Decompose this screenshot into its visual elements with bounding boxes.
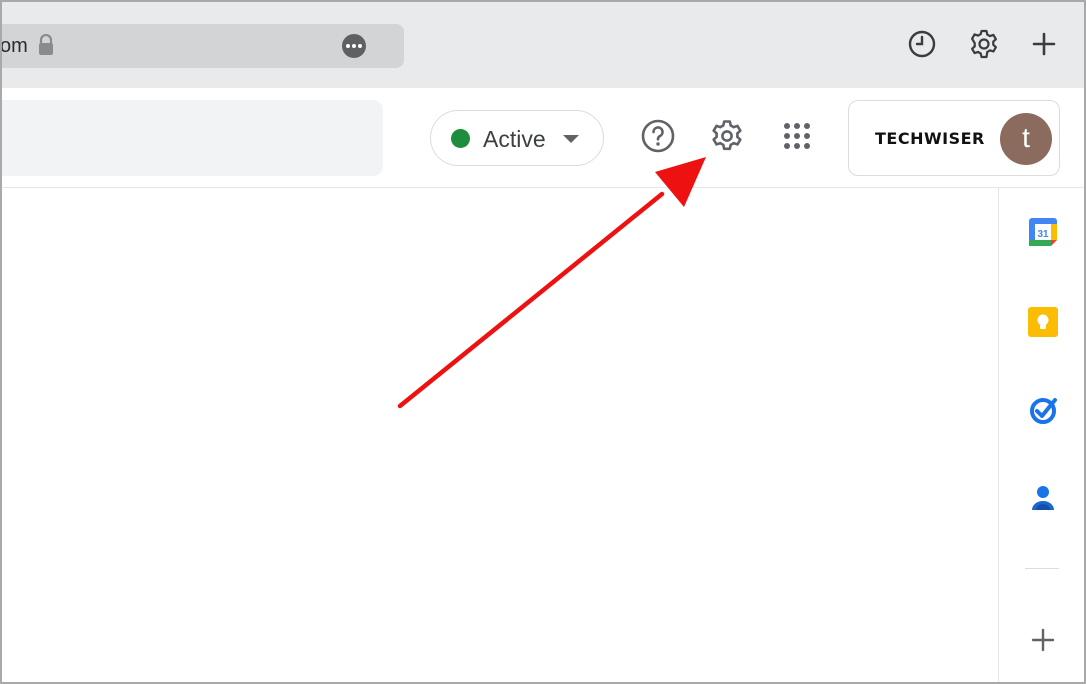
status-dropdown[interactable]: Active: [430, 110, 604, 166]
calendar-icon[interactable]: 31: [1027, 216, 1059, 248]
calendar-day: 31: [1037, 229, 1049, 240]
search-box[interactable]: [2, 100, 383, 176]
browser-toolbar: om: [2, 2, 1084, 88]
avatar[interactable]: t: [1000, 113, 1052, 165]
history-icon[interactable]: [906, 28, 938, 60]
plus-icon[interactable]: [1029, 626, 1057, 654]
account-switcher[interactable]: TECHWISER t: [848, 100, 1060, 176]
side-panel: 31: [998, 188, 1084, 682]
gear-icon[interactable]: [968, 28, 1000, 60]
more-options-icon[interactable]: [342, 34, 366, 58]
tasks-icon[interactable]: [1027, 394, 1059, 426]
address-bar[interactable]: om: [0, 24, 404, 68]
help-icon[interactable]: [640, 118, 676, 154]
url-text: om: [0, 35, 28, 57]
status-label: Active: [483, 126, 546, 152]
keep-icon[interactable]: [1027, 306, 1059, 338]
contacts-icon[interactable]: [1027, 482, 1059, 514]
app-header: Active TECHWISER t: [2, 88, 1084, 188]
new-tab-icon[interactable]: [1028, 28, 1060, 60]
side-panel-divider: [1025, 568, 1059, 569]
brand-logo-text: TECHWISER: [875, 129, 985, 148]
lock-icon: [39, 34, 53, 55]
settings-icon[interactable]: [709, 118, 745, 154]
status-dot: [451, 129, 470, 148]
chevron-down-icon: [563, 135, 579, 143]
screenshot-frame: om Active TECHWISER t 31: [0, 0, 1086, 684]
apps-grid-icon[interactable]: [779, 118, 815, 154]
